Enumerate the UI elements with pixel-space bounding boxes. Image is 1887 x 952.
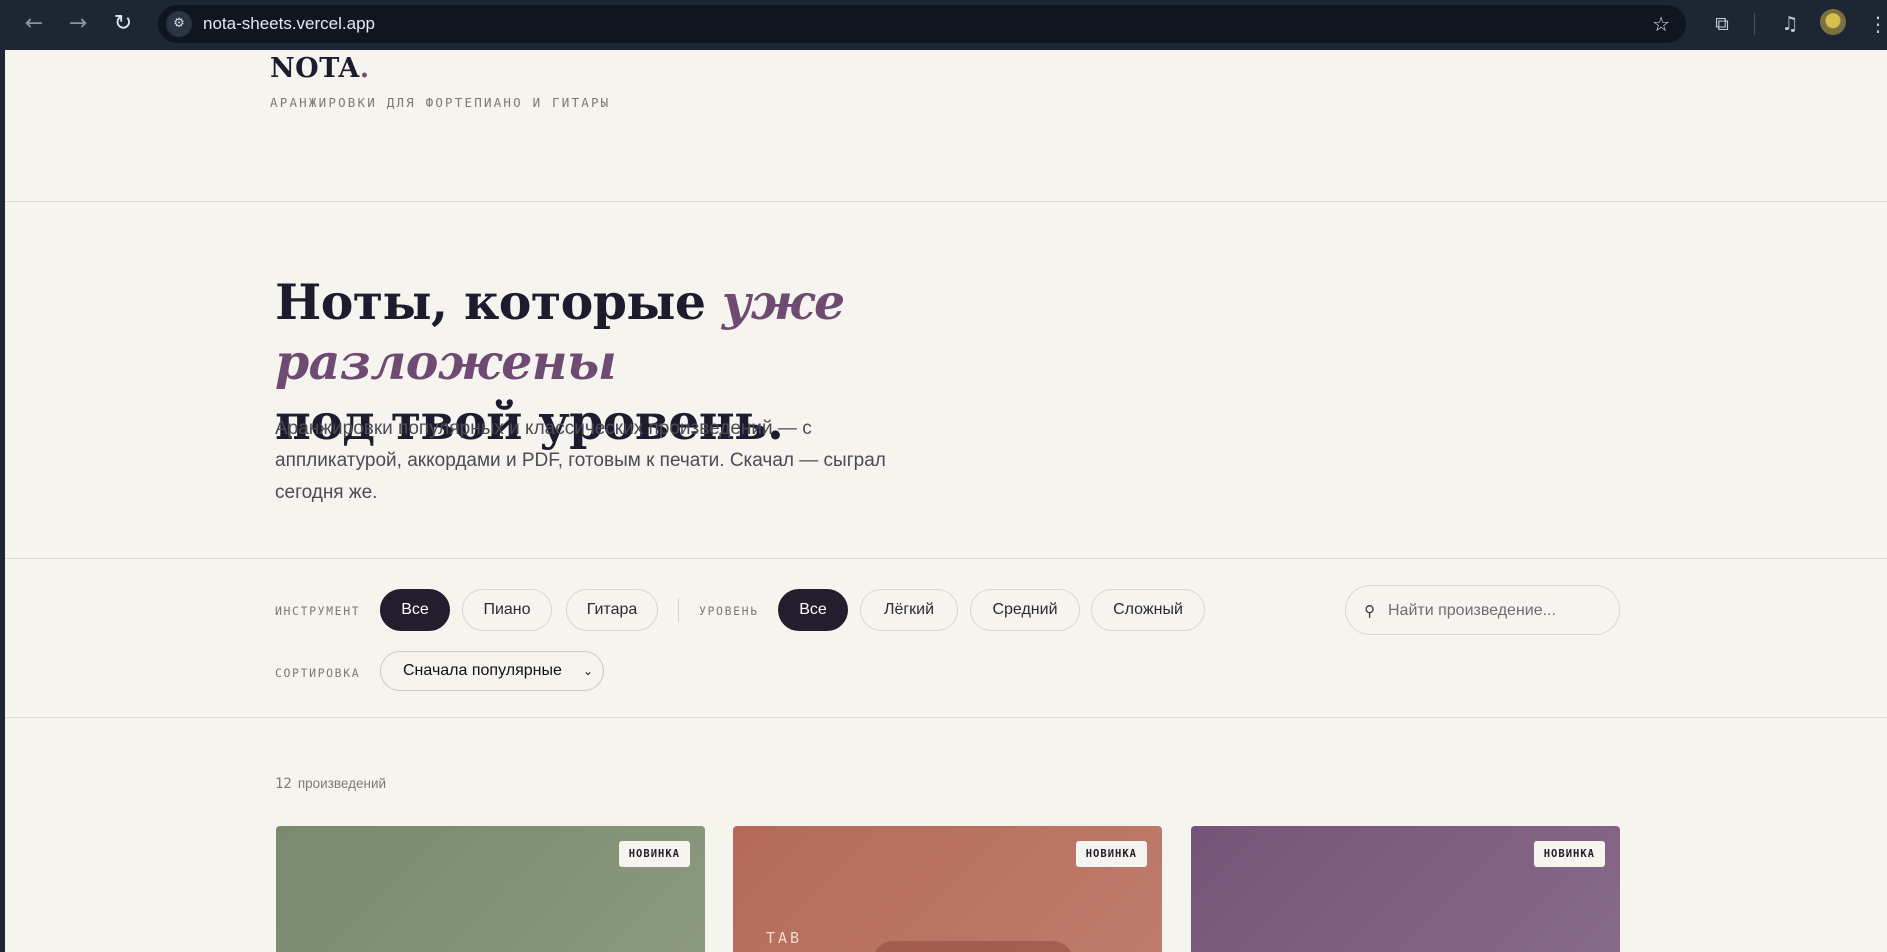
new-badge: НОВИНКА [1533,841,1605,867]
level-label: УРОВЕНЬ [699,604,759,618]
level-easy-button[interactable]: Лёгкий [860,589,958,631]
level-medium-button[interactable]: Средний [970,589,1080,631]
level-hard-button[interactable]: Сложный [1091,589,1205,631]
sheet-card[interactable]: НОВИНКА TAB [733,826,1162,952]
address-bar[interactable]: ⚙ nota-sheets.vercel.app ☆ [158,5,1686,43]
sort-select-value: Сначала популярные [403,662,562,679]
hero-title-start: Ноты, которые [275,273,722,331]
media-control-icon[interactable]: ♫ [1775,9,1805,39]
extensions-icon[interactable]: ⧉ [1707,9,1737,39]
search-icon: ⚲ [1364,602,1375,620]
sheet-card[interactable]: НОВИНКА [1191,826,1620,952]
new-badge: НОВИНКА [618,841,690,867]
profile-avatar[interactable] [1820,9,1846,35]
results-count-number: 12 [275,776,292,792]
back-icon[interactable]: ← [19,9,49,39]
sheet-card[interactable]: НОВИНКА [276,826,705,952]
url-text[interactable]: nota-sheets.vercel.app [203,5,375,43]
logo-dot: . [359,53,370,84]
site-info-icon[interactable]: ⚙ [166,11,192,37]
instrument-guitar-button[interactable]: Гитара [566,589,658,631]
toolbar-divider [1754,13,1755,35]
reload-icon[interactable]: ↻ [108,9,138,39]
sort-label: СОРТИРОВКА [275,666,361,680]
instrument-all-button[interactable]: Все [380,589,450,631]
instrument-label: ИНСТРУМЕНТ [275,604,361,618]
level-all-button[interactable]: Все [778,589,848,631]
search-input[interactable] [1388,596,1603,626]
results-count-label: произведений [297,776,387,791]
search-box[interactable]: ⚲ [1345,585,1620,635]
instrument-piano-button[interactable]: Пиано [462,589,552,631]
forward-icon[interactable]: → [63,9,93,39]
browser-toolbar: ← → ↻ ⚙ nota-sheets.vercel.app ☆ ⧉ ♫ ⋮ [0,0,1887,50]
kebab-menu-icon[interactable]: ⋮ [1868,9,1887,39]
hero-subtitle: Аранжировки популярных и классических пр… [275,418,886,503]
bookmark-star-icon[interactable]: ☆ [1652,5,1670,43]
site-tagline: АРАНЖИРОВКИ ДЛЯ ФОРТЕПИАНО И ГИТАРЫ [270,95,611,110]
chevron-down-icon: ⌄ [582,664,593,678]
sort-select[interactable]: Сначала популярные ⌄ [380,651,604,691]
filter-divider [678,598,679,622]
filters-bar [5,558,1887,718]
site-logo[interactable]: NOTA. [270,53,370,84]
card-type-label: TAB [766,929,803,947]
new-badge: НОВИНКА [1075,841,1147,867]
card-cover-art [873,941,1073,952]
logo-text: NOTA [270,53,360,84]
results-count: 12 произведений [275,776,386,792]
